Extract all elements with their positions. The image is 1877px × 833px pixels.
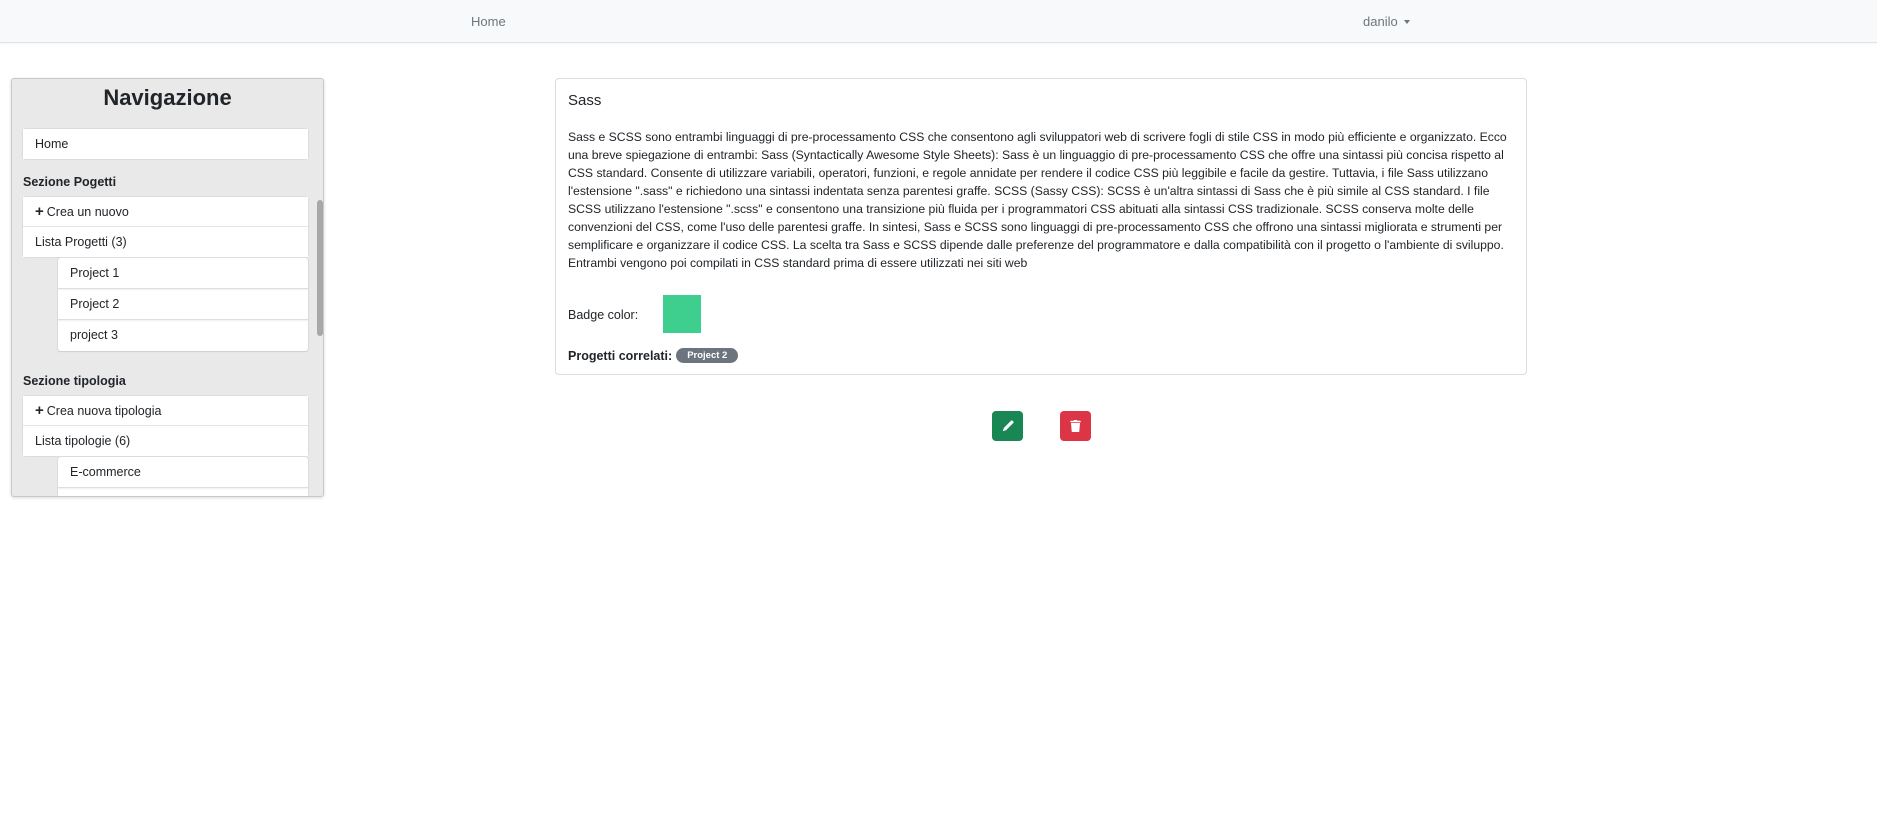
types-group: + Crea nuova tipologia Lista tipologie (6… <box>22 395 309 457</box>
projects-sublist: Project 1 Project 2 project 3 <box>57 257 309 352</box>
project-item[interactable]: Project 2 <box>58 289 308 320</box>
plus-icon: + <box>35 203 44 220</box>
sidebar-scrollbar-thumb[interactable] <box>317 200 323 336</box>
related-projects-label: Progetti correlati: <box>568 348 673 363</box>
caret-down-icon <box>1403 20 1410 24</box>
section-heading-projects: Sezione Pogetti <box>23 175 117 189</box>
section-heading-types: Sezione tipologia <box>23 374 126 388</box>
sidebar-home-group: Home <box>22 128 309 160</box>
plus-icon: + <box>35 402 44 419</box>
project-item[interactable]: project 3 <box>58 320 308 351</box>
card-description: Sass e SCSS sono entrambi linguaggi di p… <box>568 130 1507 270</box>
create-type-link[interactable]: + Crea nuova tipologia <box>23 396 308 426</box>
user-name: danilo <box>1363 14 1398 29</box>
projects-list-toggle[interactable]: Lista Progetti (3) <box>23 227 308 257</box>
delete-button[interactable] <box>1060 411 1091 441</box>
type-item[interactable]: E-commerce <box>58 457 308 488</box>
project-detail-card: Sass Sass e SCSS sono entrambi linguaggi… <box>555 78 1527 375</box>
projects-group: + Crea un nuovo Lista Progetti (3) <box>22 196 309 258</box>
create-project-label: Crea un nuovo <box>46 205 129 219</box>
project-item[interactable]: Project 1 <box>58 258 308 289</box>
badge-color-swatch <box>663 295 701 333</box>
edit-button[interactable] <box>992 411 1023 441</box>
trash-icon <box>1070 420 1081 432</box>
user-dropdown[interactable]: danilo <box>1363 14 1410 29</box>
types-list-toggle[interactable]: Lista tipologie (6) <box>23 426 308 456</box>
pencil-icon <box>1002 420 1014 432</box>
nav-home-link[interactable]: Home <box>471 14 506 29</box>
badge-color-label: Badge color: <box>568 308 639 322</box>
create-type-label: Crea nuova tipologia <box>46 404 162 418</box>
card-title: Sass <box>568 92 602 109</box>
type-item[interactable] <box>58 488 308 496</box>
related-project-badge[interactable]: Project 2 <box>676 348 739 363</box>
top-navbar: Home danilo <box>0 0 1877 43</box>
related-projects: Progetti correlati: Project 2 <box>568 348 739 363</box>
sidebar-item-home[interactable]: Home <box>23 129 308 159</box>
types-sublist: E-commerce <box>57 456 309 496</box>
sidebar: Navigazione Home Sezione Pogetti + Crea u… <box>11 78 324 497</box>
sidebar-title: Navigazione <box>103 85 232 110</box>
create-project-link[interactable]: + Crea un nuovo <box>23 197 308 227</box>
